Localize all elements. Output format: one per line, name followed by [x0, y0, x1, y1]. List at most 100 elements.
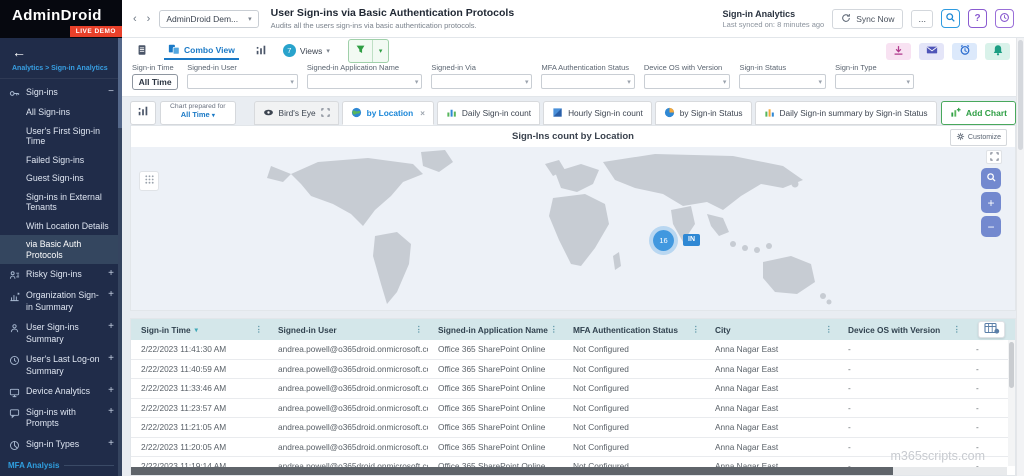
table-vertical-scrollbar[interactable]: [1008, 340, 1015, 466]
filter-select[interactable]: ▾: [306, 74, 423, 89]
filter-select[interactable]: ▾: [835, 74, 914, 89]
sidebar-item-user-sign-ins-summary[interactable]: User Sign-ins Summary +: [0, 317, 122, 349]
column-header-device-os-with-version[interactable]: Device OS with Version ⋮: [838, 319, 966, 340]
sidebar-item-user-s-first-sign-in-time[interactable]: User's First Sign-in Time: [0, 122, 122, 151]
sidebar-item-sign-in-types[interactable]: Sign-in Types +: [0, 434, 122, 455]
expand-toggle-icon[interactable]: +: [108, 438, 114, 449]
map-drag-handle[interactable]: [139, 171, 159, 191]
sidebar-item-user-s-last-log-on-summary[interactable]: User's Last Log-on Summary +: [0, 349, 122, 381]
sidebar-item-sign-ins-in-external-tenants[interactable]: Sign-ins in External Tenants: [0, 188, 122, 217]
column-menu-icon[interactable]: ⋮: [255, 324, 264, 335]
history-button[interactable]: [995, 9, 1014, 28]
world-map[interactable]: 16 IN + −: [131, 147, 1015, 310]
column-header-signed-in-user[interactable]: Signed-in User ⋮: [268, 319, 428, 340]
map-zoom-search-button[interactable]: [981, 168, 1001, 189]
column-menu-icon[interactable]: ⋮: [692, 324, 701, 335]
sidebar-item-device-analytics[interactable]: Device Analytics +: [0, 381, 122, 402]
map-country-marker[interactable]: IN: [683, 233, 700, 246]
help-button[interactable]: ?: [968, 9, 987, 28]
tab-table-view[interactable]: [132, 41, 152, 60]
filter-select[interactable]: ▾: [541, 74, 635, 89]
map-cluster-marker[interactable]: 16: [653, 229, 674, 251]
column-menu-icon[interactable]: ⋮: [825, 324, 834, 335]
column-header-city[interactable]: City ⋮: [705, 319, 838, 340]
sidebar-item-via-basic-auth-protocols[interactable]: via Basic Auth Protocols: [0, 235, 122, 265]
back-button[interactable]: ←: [0, 38, 122, 62]
sync-now-button[interactable]: Sync Now: [832, 8, 904, 29]
nav-back-chevron[interactable]: ‹: [132, 13, 138, 25]
expand-toggle-icon[interactable]: +: [108, 269, 114, 279]
map-zoom-out-button[interactable]: −: [981, 216, 1001, 237]
chevron-down-icon: ▾: [722, 79, 727, 86]
chart-tab-by-sign-in-status[interactable]: by Sign-in Status: [654, 101, 752, 125]
table-vertical-scrollbar-thumb[interactable]: [1009, 342, 1014, 388]
filter-funnel-icon[interactable]: [349, 40, 372, 62]
filter-dropdown-caret[interactable]: ▾: [371, 39, 389, 62]
tab-combo-view[interactable]: Combo View: [164, 41, 239, 60]
sidebar-item-guest-sign-ins[interactable]: Guest Sign-ins: [0, 169, 122, 188]
column-header-sign-in-time[interactable]: Sign-in Time ▾ ⋮: [131, 319, 268, 340]
page-scrollbar-thumb[interactable]: [1018, 40, 1023, 150]
gear-icon: [956, 132, 965, 143]
alerts-button[interactable]: [985, 43, 1010, 60]
table-row[interactable]: 2/22/2023 11:21:05 AM andrea.powell@o365d…: [131, 418, 1015, 438]
tab-report-view[interactable]: [251, 41, 271, 60]
chart-list-button[interactable]: [130, 101, 156, 125]
filter-select[interactable]: ▾: [739, 74, 827, 89]
table-row[interactable]: 2/22/2023 11:33:46 AM andrea.powell@o365d…: [131, 379, 1015, 399]
table-row[interactable]: 2/22/2023 11:20:05 AM andrea.powell@o365d…: [131, 438, 1015, 457]
chart-tab-bird-s-eye[interactable]: Bird's Eye: [253, 101, 339, 125]
sidebar-item-sign-ins[interactable]: Sign-ins −: [0, 82, 122, 103]
chart-tab-hourly-sign-in-count[interactable]: Hourly Sign-in count: [543, 101, 652, 125]
filter-value-box[interactable]: All Time: [132, 74, 179, 90]
download-button[interactable]: [886, 43, 911, 60]
sidebar-item-risky-sign-ins[interactable]: Risky Sign-ins +: [0, 264, 122, 285]
sidebar-item-failed-sign-ins[interactable]: Failed Sign-ins: [0, 151, 122, 170]
expand-toggle-icon[interactable]: +: [108, 290, 114, 300]
map-zoom-in-button[interactable]: +: [981, 192, 1001, 213]
filter-select[interactable]: ▾: [643, 74, 731, 89]
action-icons: [886, 43, 1010, 60]
table-row[interactable]: 2/22/2023 11:23:57 AM andrea.powell@o365d…: [131, 399, 1015, 418]
sidebar-item-organization-sign-in-summary[interactable]: Organization Sign-in Summary +: [0, 285, 122, 317]
chevron-down-icon: ▾: [290, 79, 294, 86]
sidebar-item-with-location-details[interactable]: With Location Details: [0, 217, 122, 236]
sort-descending-icon[interactable]: ▾: [195, 326, 198, 334]
customize-button[interactable]: Customize: [949, 129, 1007, 146]
chart-tab-daily-sign-in-summary-by-sign-in-status[interactable]: Daily Sign-in summary by Sign-in Status: [754, 101, 937, 125]
page-scrollbar[interactable]: [1016, 38, 1024, 476]
chart-prepared-selector[interactable]: Chart prepared for All Time ▾: [160, 101, 236, 125]
sidebar-item-sign-ins-with-prompts[interactable]: Sign-ins with Prompts +: [0, 402, 122, 434]
email-button[interactable]: [919, 43, 944, 60]
table-row[interactable]: 2/22/2023 11:40:59 AM andrea.powell@o365d…: [131, 360, 1015, 379]
table-horizontal-scrollbar-thumb[interactable]: [131, 467, 894, 475]
close-icon[interactable]: ×: [420, 109, 425, 118]
column-chooser-button[interactable]: [978, 321, 1005, 338]
add-chart-button[interactable]: Add Chart: [940, 101, 1016, 125]
filter-select[interactable]: ▾: [187, 74, 298, 89]
map-fullscreen-button[interactable]: [986, 150, 1002, 164]
column-menu-icon[interactable]: ⋮: [953, 324, 962, 335]
schedule-button[interactable]: [952, 43, 977, 60]
views-dropdown[interactable]: 7 Views ▾: [282, 44, 330, 57]
expand-toggle-icon[interactable]: +: [108, 407, 114, 417]
expand-toggle-icon[interactable]: +: [108, 386, 114, 396]
expand-toggle-icon[interactable]: −: [108, 87, 114, 97]
report-selector[interactable]: AdminDroid Dem... ▾: [159, 9, 259, 28]
chart-tab-by-location[interactable]: by Location ×: [341, 101, 434, 125]
sidebar-item-all-sign-ins[interactable]: All Sign-ins: [0, 103, 122, 122]
filter-split-button[interactable]: ▾: [347, 38, 390, 63]
search-button[interactable]: [941, 9, 960, 28]
column-menu-icon[interactable]: ⋮: [415, 324, 424, 335]
chart-tab-daily-sign-in-count[interactable]: Daily Sign-in count: [436, 101, 541, 125]
column-menu-icon[interactable]: ⋮: [550, 324, 559, 335]
expand-toggle-icon[interactable]: +: [108, 322, 114, 332]
filter-select[interactable]: ▾: [431, 74, 533, 89]
expand-toggle-icon[interactable]: +: [108, 354, 114, 364]
table-row[interactable]: 2/22/2023 11:41:30 AM andrea.powell@o365d…: [131, 340, 1015, 360]
more-options-button[interactable]: ...: [911, 9, 933, 28]
nav-forward-chevron[interactable]: ›: [146, 13, 152, 25]
column-header-mfa-authentication-status[interactable]: MFA Authentication Status ⋮: [563, 319, 705, 340]
table-horizontal-scrollbar[interactable]: [131, 467, 1007, 475]
column-header-signed-in-application-name[interactable]: Signed-in Application Name ⋮: [428, 319, 563, 340]
